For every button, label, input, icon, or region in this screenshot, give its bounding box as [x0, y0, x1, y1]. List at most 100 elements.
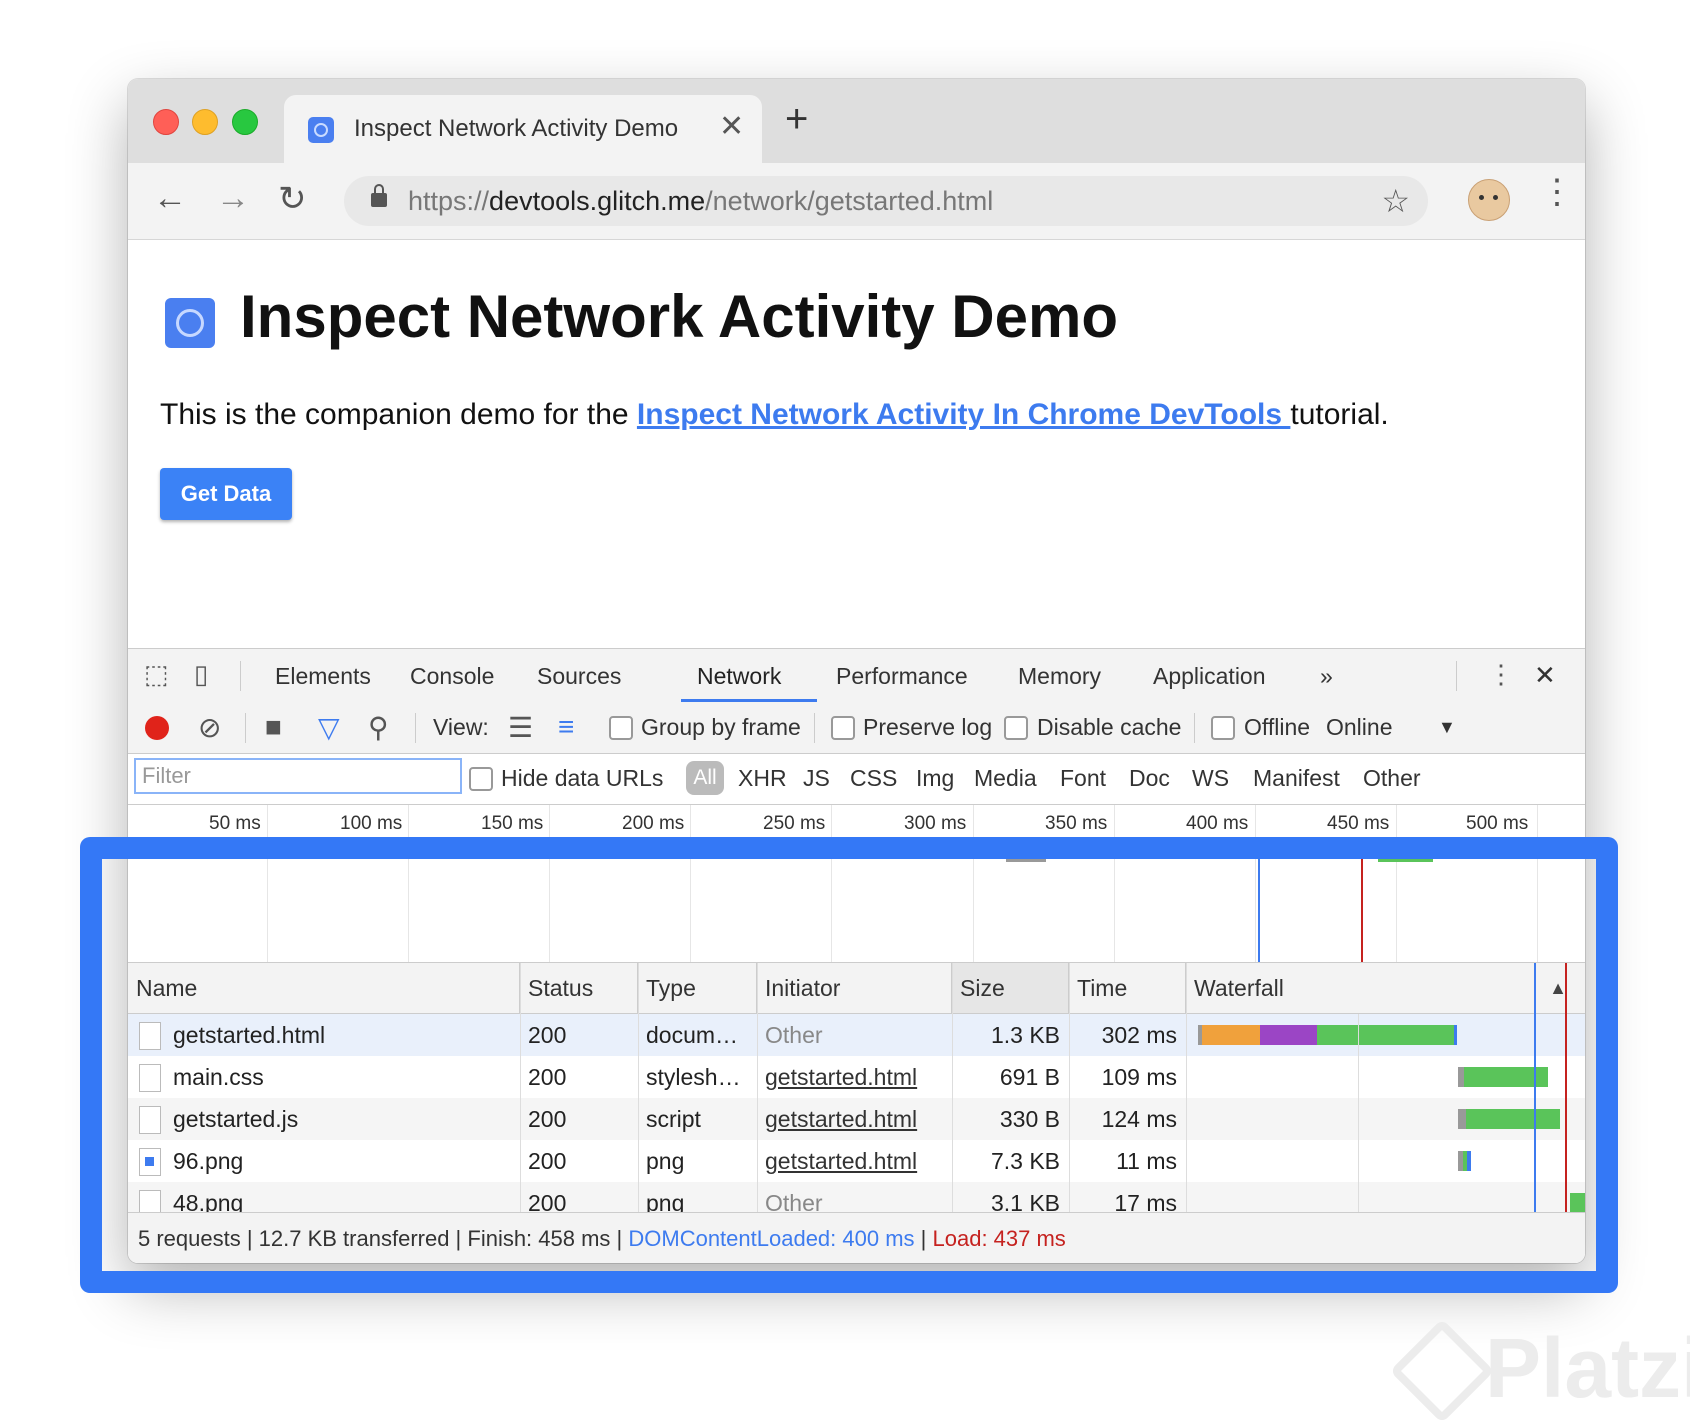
- browser-tab[interactable]: Inspect Network Activity Demo ✕: [284, 95, 762, 163]
- column-header-waterfall[interactable]: Waterfall: [1186, 963, 1585, 1013]
- table-row[interactable]: 96.png 200 png getstarted.html 7.3 KB 11…: [128, 1140, 1585, 1182]
- url-scheme: https://: [408, 186, 490, 216]
- close-window-button[interactable]: [153, 109, 179, 135]
- divider: [1456, 661, 1457, 691]
- filter-type-media[interactable]: Media: [974, 765, 1037, 792]
- device-toolbar-icon[interactable]: ▯: [194, 659, 208, 690]
- tab-elements[interactable]: Elements: [275, 663, 371, 690]
- column-header-name[interactable]: Name: [128, 963, 520, 1013]
- tutorial-link[interactable]: Inspect Network Activity In Chrome DevTo…: [637, 398, 1290, 431]
- maximize-window-button[interactable]: [232, 109, 258, 135]
- waterfall-view-icon[interactable]: ≡: [558, 711, 574, 743]
- minimize-window-button[interactable]: [192, 109, 218, 135]
- preserve-log-checkbox[interactable]: [831, 716, 855, 740]
- throttling-dropdown-icon[interactable]: ▼: [1438, 717, 1456, 738]
- overview-queue-bar: [1006, 853, 1026, 856]
- tab-application[interactable]: Application: [1153, 663, 1266, 690]
- column-header-status[interactable]: Status: [520, 963, 638, 1013]
- column-header-time[interactable]: Time: [1069, 963, 1186, 1013]
- request-size: 7.3 KB: [990, 1148, 1060, 1174]
- request-type: docum…: [646, 1022, 739, 1048]
- search-icon[interactable]: ⚲: [368, 711, 389, 744]
- request-name[interactable]: 96.png: [173, 1140, 513, 1182]
- throttling-select[interactable]: Online: [1326, 714, 1392, 741]
- column-header-size[interactable]: Size: [952, 963, 1069, 1013]
- waterfall-download-bar: [1570, 1193, 1585, 1213]
- request-initiator-link[interactable]: getstarted.html: [765, 1056, 945, 1098]
- intro-text: This is the companion demo for the Inspe…: [160, 398, 1389, 432]
- request-name[interactable]: main.css: [173, 1056, 513, 1098]
- profile-avatar[interactable]: [1468, 179, 1510, 221]
- timeline-tick: 150 ms: [481, 813, 544, 834]
- grid-line: [408, 805, 409, 962]
- network-overview[interactable]: 50 ms 100 ms 150 ms 200 ms 250 ms 300 ms…: [128, 805, 1585, 963]
- back-arrow-icon[interactable]: ←: [153, 179, 187, 218]
- filter-input[interactable]: [134, 758, 462, 794]
- browser-menu-icon[interactable]: ⋮: [1540, 175, 1574, 209]
- table-row[interactable]: getstarted.html 200 docum… Other 1.3 KB …: [128, 1014, 1585, 1056]
- filter-icon[interactable]: ▽: [318, 711, 340, 744]
- page-title: Inspect Network Activity Demo: [240, 283, 1118, 350]
- tab-title: Inspect Network Activity Demo: [354, 115, 679, 142]
- tab-network[interactable]: Network: [697, 663, 781, 690]
- tab-console[interactable]: Console: [410, 663, 494, 690]
- new-tab-button[interactable]: +: [785, 97, 808, 142]
- tab-sources[interactable]: Sources: [537, 663, 621, 690]
- filter-type-doc[interactable]: Doc: [1129, 765, 1170, 792]
- clear-icon[interactable]: ⊘: [198, 711, 221, 744]
- filter-type-xhr[interactable]: XHR: [738, 765, 787, 792]
- request-initiator-link[interactable]: getstarted.html: [765, 1098, 945, 1140]
- active-tab-indicator: [681, 699, 817, 702]
- filter-type-other[interactable]: Other: [1363, 765, 1421, 792]
- devtools-close-icon[interactable]: ✕: [1534, 660, 1556, 691]
- devtools-menu-icon[interactable]: ⋮: [1488, 659, 1514, 690]
- request-type: script: [646, 1106, 701, 1132]
- url-host: devtools.glitch.me: [489, 186, 706, 216]
- forward-arrow-icon[interactable]: →: [216, 179, 250, 218]
- more-tabs-icon[interactable]: »: [1320, 663, 1333, 690]
- intro-text-after: tutorial.: [1290, 398, 1389, 431]
- table-row[interactable]: main.css 200 stylesh… getstarted.html 69…: [128, 1056, 1585, 1098]
- group-by-frame-checkbox[interactable]: [609, 716, 633, 740]
- get-data-button[interactable]: Get Data: [160, 468, 292, 520]
- record-icon[interactable]: [145, 716, 169, 740]
- status-summary: 5 requests | 12.7 KB transferred | Finis…: [138, 1226, 1066, 1252]
- request-size: 1.3 KB: [990, 1022, 1060, 1048]
- url-text[interactable]: https://devtools.glitch.me/network/getst…: [408, 186, 993, 217]
- bookmark-star-icon[interactable]: ☆: [1381, 182, 1410, 220]
- tab-close-icon[interactable]: ✕: [719, 109, 744, 144]
- disable-cache-checkbox[interactable]: [1004, 716, 1028, 740]
- filter-type-css[interactable]: CSS: [850, 765, 897, 792]
- column-header-type[interactable]: Type: [638, 963, 757, 1013]
- waterfall-end-bar: [1467, 1151, 1471, 1171]
- request-initiator-link[interactable]: getstarted.html: [765, 1140, 945, 1182]
- request-type: png: [646, 1148, 685, 1174]
- address-bar[interactable]: https://devtools.glitch.me/network/getst…: [344, 176, 1428, 226]
- filter-type-font[interactable]: Font: [1060, 765, 1106, 792]
- filter-type-all[interactable]: All: [686, 761, 724, 795]
- hide-data-urls-label: Hide data URLs: [501, 765, 664, 791]
- filter-type-img[interactable]: Img: [916, 765, 954, 792]
- inspect-element-icon[interactable]: ⬚: [144, 659, 169, 690]
- tab-memory[interactable]: Memory: [1018, 663, 1101, 690]
- tab-performance[interactable]: Performance: [836, 663, 968, 690]
- load-line: [1565, 963, 1567, 1212]
- timeline-tick: 400 ms: [1186, 813, 1249, 834]
- filter-type-manifest[interactable]: Manifest: [1253, 765, 1340, 792]
- offline-checkbox[interactable]: [1211, 716, 1235, 740]
- request-name[interactable]: getstarted.js: [173, 1098, 513, 1140]
- screenshot-camera-icon[interactable]: ■: [265, 711, 282, 743]
- filter-type-ws[interactable]: WS: [1192, 765, 1229, 792]
- reload-icon[interactable]: ↻: [278, 179, 307, 219]
- hide-data-urls-checkbox[interactable]: [469, 767, 493, 791]
- status-separator: |: [914, 1226, 933, 1251]
- overview-download-bar: [1378, 859, 1433, 862]
- tab-strip: Inspect Network Activity Demo ✕ +: [128, 79, 1585, 163]
- load-marker: [1361, 843, 1363, 962]
- load-time: Load: 437 ms: [932, 1226, 1066, 1251]
- list-view-icon[interactable]: ☰: [508, 711, 533, 744]
- column-header-initiator[interactable]: Initiator: [757, 963, 952, 1013]
- filter-type-js[interactable]: JS: [803, 765, 830, 792]
- table-row[interactable]: getstarted.js 200 script getstarted.html…: [128, 1098, 1585, 1140]
- request-name[interactable]: getstarted.html: [173, 1014, 513, 1056]
